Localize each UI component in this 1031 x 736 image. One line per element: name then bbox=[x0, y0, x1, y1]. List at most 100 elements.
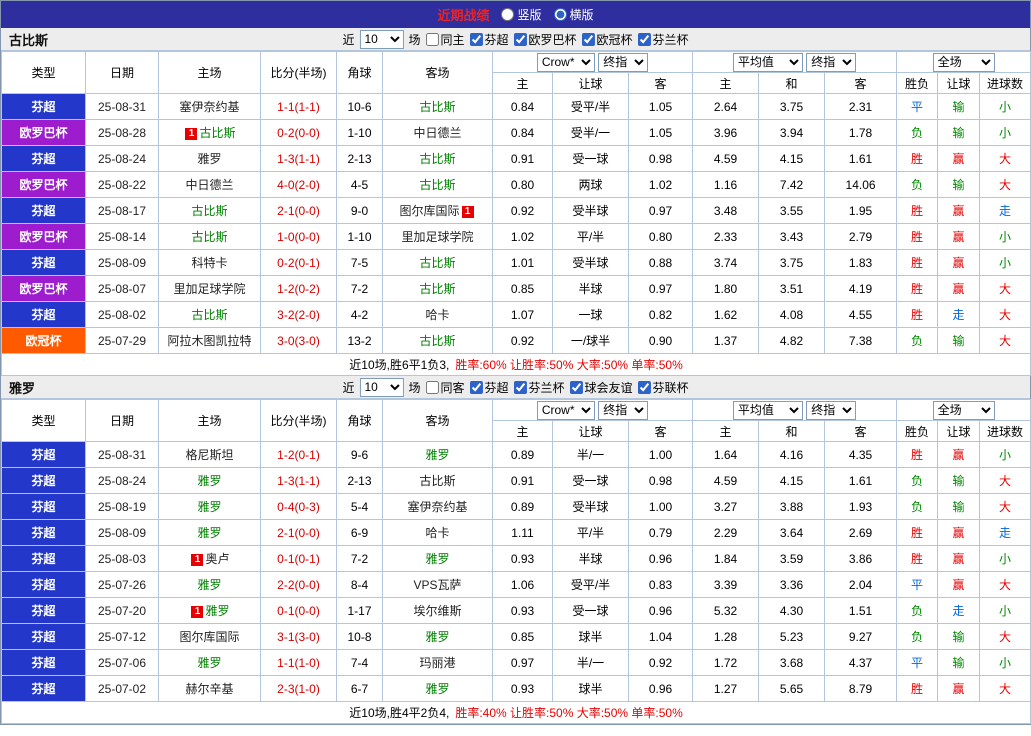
team-link[interactable]: 赫尔辛基 bbox=[185, 682, 233, 696]
team-link[interactable]: 古比斯 bbox=[419, 152, 455, 166]
team-link[interactable]: 雅罗 bbox=[197, 526, 221, 540]
league-filter-checkbox[interactable] bbox=[513, 32, 527, 46]
match-row: 芬超 25-07-26 雅罗 2-2(0-0) 8-4 VPS瓦萨 1.06 受平/半 0.83… bbox=[1, 571, 1031, 598]
avg-odds-header: 平均值 终指 bbox=[692, 51, 898, 73]
team-link[interactable]: 雅罗 bbox=[197, 578, 221, 592]
layout-radio-horizontal-input[interactable] bbox=[553, 8, 567, 21]
team-link[interactable]: 古比斯 bbox=[419, 100, 455, 114]
ah-away-odds: 1.00 bbox=[627, 493, 694, 520]
titlebar: 近期战绩 竖版 横版 bbox=[1, 1, 1030, 28]
final-index-select[interactable]: 终指 bbox=[598, 400, 649, 420]
team-link[interactable]: 塞伊奈约基 bbox=[179, 100, 239, 114]
result-goals: 小 bbox=[979, 441, 1031, 468]
team-link[interactable]: 中日德兰 bbox=[413, 126, 461, 140]
league-filter-0[interactable]: 芬超 bbox=[469, 379, 509, 396]
final-index-select-2[interactable]: 终指 bbox=[806, 400, 857, 420]
league-filter-checkbox[interactable] bbox=[469, 380, 483, 394]
team-link[interactable]: 雅罗 bbox=[197, 656, 221, 670]
layout-radio-vertical[interactable]: 竖版 bbox=[501, 6, 542, 23]
team-link[interactable]: 里加足球学院 bbox=[173, 282, 245, 296]
league-filter-checkbox[interactable] bbox=[637, 380, 651, 394]
fullmatch-select[interactable]: 全场 bbox=[932, 400, 995, 420]
team-name[interactable]: 古比斯 bbox=[9, 30, 48, 49]
team-link[interactable]: 图尔库国际 bbox=[179, 630, 239, 644]
final-index-select[interactable]: 终指 bbox=[598, 52, 649, 72]
league-filter-checkbox[interactable] bbox=[469, 32, 483, 46]
team-link[interactable]: 玛丽港 bbox=[419, 656, 455, 670]
league-filter-2[interactable]: 欧冠杯 bbox=[581, 31, 633, 48]
league-filter-label: 欧罗巴杯 bbox=[528, 32, 577, 47]
recent-count-select[interactable]: 10 bbox=[359, 377, 404, 397]
team-link[interactable]: 中日德兰 bbox=[185, 178, 233, 192]
team-link[interactable]: VPS瓦萨 bbox=[413, 578, 461, 592]
team-link[interactable]: 雅罗 bbox=[197, 500, 221, 514]
team-link[interactable]: 古比斯 bbox=[191, 204, 227, 218]
team-link[interactable]: 里加足球学院 bbox=[401, 230, 473, 244]
team-link[interactable]: 哈卡 bbox=[425, 308, 449, 322]
layout-radio-horizontal[interactable]: 横版 bbox=[553, 6, 594, 23]
team-link[interactable]: 雅罗 bbox=[425, 448, 449, 462]
corner-score: 6-7 bbox=[336, 675, 383, 702]
team-link[interactable]: 古比斯 bbox=[419, 334, 455, 348]
league-filter-0[interactable]: 芬超 bbox=[469, 31, 509, 48]
league-filter-1[interactable]: 芬兰杯 bbox=[513, 379, 565, 396]
result-winlose: 平 bbox=[896, 571, 939, 598]
away-team-cell: 古比斯 bbox=[382, 275, 493, 302]
team-link[interactable]: 图尔库国际 bbox=[399, 204, 459, 218]
result-winlose: 负 bbox=[896, 327, 939, 354]
team-link[interactable]: 奥卢 bbox=[205, 552, 229, 566]
league-filter-checkbox[interactable] bbox=[637, 32, 651, 46]
same-venue-checkbox[interactable] bbox=[425, 380, 439, 394]
team-link[interactable]: 塞伊奈约基 bbox=[407, 500, 467, 514]
team-link[interactable]: 雅罗 bbox=[197, 474, 221, 488]
average-select[interactable]: 平均值 bbox=[732, 400, 803, 420]
fullmatch-select[interactable]: 全场 bbox=[932, 52, 995, 72]
team-link[interactable]: 古比斯 bbox=[419, 282, 455, 296]
team-link[interactable]: 古比斯 bbox=[191, 230, 227, 244]
home-team-cell: 雅罗 bbox=[158, 145, 261, 172]
team-link[interactable]: 古比斯 bbox=[191, 308, 227, 322]
league-filter-3[interactable]: 芬兰杯 bbox=[637, 31, 689, 48]
team-link[interactable]: 雅罗 bbox=[205, 604, 229, 618]
team-link[interactable]: 埃尔维斯 bbox=[413, 604, 461, 618]
team-link[interactable]: 雅罗 bbox=[425, 630, 449, 644]
same-venue-filter[interactable]: 同客 bbox=[425, 379, 464, 396]
league-filter-checkbox[interactable] bbox=[569, 380, 583, 394]
team-link[interactable]: 古比斯 bbox=[419, 178, 455, 192]
result-handicap: 赢 bbox=[937, 519, 981, 546]
odds-source-select[interactable]: Crow* bbox=[536, 52, 595, 72]
team-link[interactable]: 阿拉木图凯拉特 bbox=[167, 334, 251, 348]
league-filter-checkbox[interactable] bbox=[513, 380, 527, 394]
final-index-select-2[interactable]: 终指 bbox=[806, 52, 857, 72]
team-link[interactable]: 古比斯 bbox=[419, 256, 455, 270]
team-section: 古比斯 近 10 场 同主 芬超 欧罗巴杯 欧冠杯 芬兰杯 类型 日期 主场 比… bbox=[0, 28, 1031, 376]
team-link[interactable]: 古比斯 bbox=[199, 126, 235, 140]
league-filter-2[interactable]: 球会友谊 bbox=[569, 379, 633, 396]
odds-source-select[interactable]: Crow* bbox=[536, 400, 595, 420]
same-venue-checkbox[interactable] bbox=[425, 32, 439, 46]
match-row: 芬超 25-07-12 图尔库国际 3-1(3-0) 10-8 雅罗 0.85 球半 1.04 1… bbox=[1, 623, 1031, 650]
avg-draw-odds: 3.94 bbox=[758, 119, 826, 146]
team-link[interactable]: 格尼斯坦 bbox=[185, 448, 233, 462]
avg-draw-odds: 3.75 bbox=[758, 249, 826, 276]
home-team-cell: 雅罗 bbox=[158, 571, 261, 598]
average-select[interactable]: 平均值 bbox=[732, 52, 803, 72]
home-team-cell: 中日德兰 bbox=[158, 171, 261, 198]
team-link[interactable]: 科特卡 bbox=[191, 256, 227, 270]
team-link[interactable]: 哈卡 bbox=[425, 526, 449, 540]
team-link[interactable]: 古比斯 bbox=[419, 474, 455, 488]
same-venue-filter[interactable]: 同主 bbox=[425, 31, 464, 48]
away-team-cell: VPS瓦萨 bbox=[382, 571, 493, 598]
result-handicap: 赢 bbox=[937, 441, 981, 468]
sub-ah-line: 让球 bbox=[552, 72, 629, 94]
league-filter-1[interactable]: 欧罗巴杯 bbox=[513, 31, 577, 48]
team-name[interactable]: 雅罗 bbox=[9, 378, 35, 397]
avg-home-odds: 1.16 bbox=[692, 171, 760, 198]
team-link[interactable]: 雅罗 bbox=[197, 152, 221, 166]
league-filter-checkbox[interactable] bbox=[581, 32, 595, 46]
team-link[interactable]: 雅罗 bbox=[425, 552, 449, 566]
team-link[interactable]: 雅罗 bbox=[425, 682, 449, 696]
league-filter-3[interactable]: 芬联杯 bbox=[637, 379, 689, 396]
recent-count-select[interactable]: 10 bbox=[359, 29, 404, 49]
layout-radio-vertical-input[interactable] bbox=[501, 8, 515, 21]
